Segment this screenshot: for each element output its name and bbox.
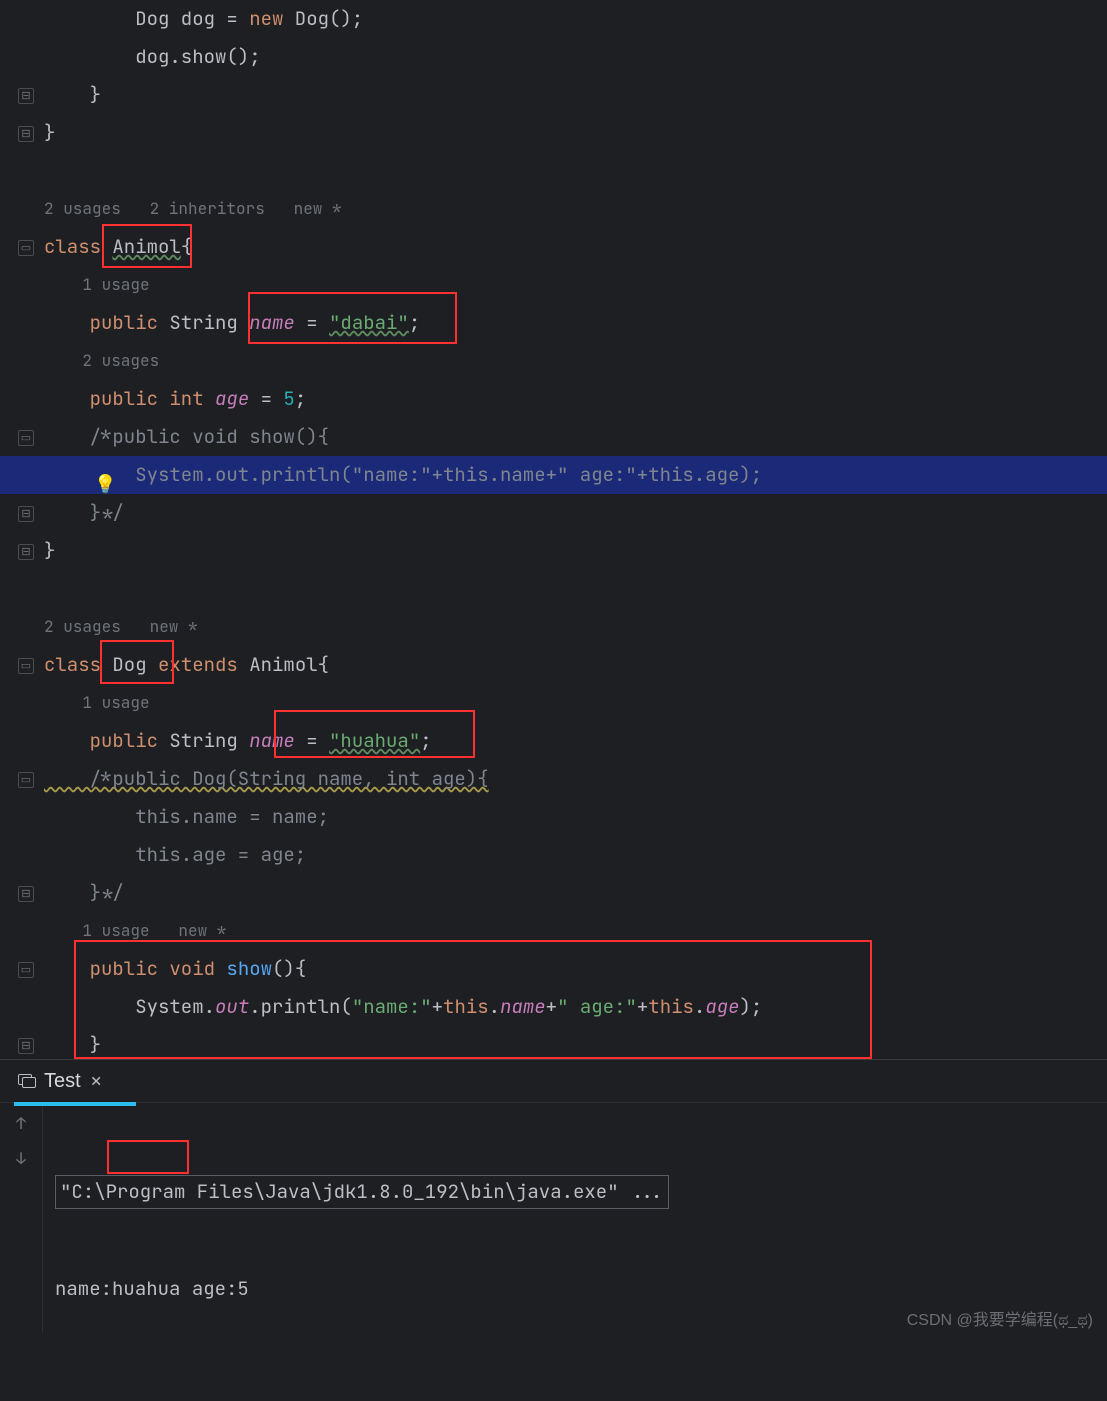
code-line: } [44, 532, 55, 570]
fold-icon[interactable]: ▭ [18, 658, 34, 674]
usage-hint[interactable]: 2 usages new * [44, 608, 198, 646]
fold-icon[interactable]: ⊟ [18, 88, 34, 104]
code-line: }*/ [44, 874, 124, 912]
code-line: } [44, 76, 101, 114]
fold-icon[interactable]: ⊟ [18, 126, 34, 142]
down-arrow-icon[interactable]: ↓ [16, 1148, 26, 1169]
code-line: /*public Dog(String name, int age){ [44, 760, 489, 798]
class-name: Animol [112, 228, 180, 266]
console-output[interactable]: "C:\Program Files\Java\jdk1.8.0_192\bin\… [43, 1103, 681, 1333]
code-line: System.out.println("name:"+this.name+" a… [44, 456, 762, 494]
fold-icon[interactable]: ⊟ [18, 506, 34, 522]
lightbulb-icon[interactable]: 💡 [94, 466, 114, 504]
tab-label[interactable]: Test [44, 1070, 81, 1093]
fold-icon[interactable]: ▭ [18, 962, 34, 978]
gutter: ⊟ ⊟ ▭ ▭ ⊟ ⊟ ▭ ▭ ⊟ ▭ ⊟ [0, 0, 38, 1060]
command-line: "C:\Program Files\Java\jdk1.8.0_192\bin\… [55, 1175, 669, 1209]
usage-hint[interactable]: 2 usages [44, 342, 159, 380]
usage-hint[interactable]: 1 usage new * [44, 912, 226, 950]
run-tool-window: Test ✕ ↑ ↓ "C:\Program Files\Java\jdk1.8… [0, 1059, 1107, 1338]
usage-hint[interactable]: 2 usages 2 inheritors new * [44, 190, 342, 228]
usage-hint[interactable]: 1 usage [44, 266, 150, 304]
fold-icon[interactable]: ⊟ [18, 886, 34, 902]
code-editor[interactable]: ⊟ ⊟ ▭ ▭ ⊟ ⊟ ▭ ▭ ⊟ ▭ ⊟ 💡 Dog dog = new Do… [0, 0, 1107, 1060]
fold-icon[interactable]: ▭ [18, 240, 34, 256]
code-line: this.name = name; [44, 798, 329, 836]
code-line: } [44, 114, 55, 152]
window-icon [18, 1074, 36, 1088]
fold-icon[interactable]: ▭ [18, 430, 34, 446]
usage-hint[interactable]: 1 usage [44, 684, 150, 722]
close-icon[interactable]: ✕ [91, 1070, 102, 1093]
watermark: CSDN @我要学编程(ಥ_ಥ) [907, 1306, 1093, 1330]
console-toolbar: ↑ ↓ [0, 1103, 43, 1333]
fold-icon[interactable]: ▭ [18, 772, 34, 788]
fold-icon[interactable]: ⊟ [18, 1038, 34, 1054]
fold-icon[interactable]: ⊟ [18, 544, 34, 560]
tab-bar: Test ✕ [0, 1060, 1107, 1102]
up-arrow-icon[interactable]: ↑ [16, 1113, 26, 1134]
code-line: this.age = age; [44, 836, 306, 874]
code-line: /*public void show(){ [44, 418, 329, 456]
code-area[interactable]: 💡 Dog dog = new Dog(); dog.show(); } } 2… [38, 0, 1107, 1060]
highlight-box [107, 1140, 189, 1174]
